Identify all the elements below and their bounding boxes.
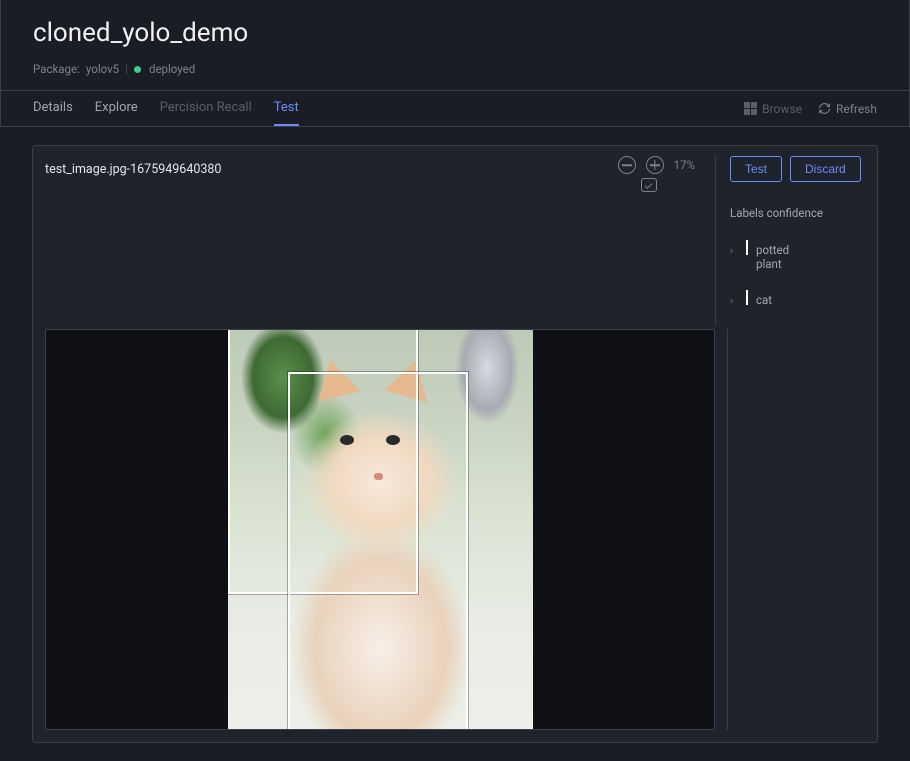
package-line: Package: yolov5 | deployed	[33, 62, 877, 76]
confidence-bar-icon	[746, 290, 748, 305]
package-name: yolov5	[86, 62, 119, 76]
label-item-potted-plant: › potted plant	[730, 240, 865, 272]
test-panel: test_image.jpg-1675949640380 17% Test Di…	[32, 145, 878, 743]
zoom-in-button[interactable]	[646, 156, 664, 174]
package-label: Package:	[33, 62, 80, 76]
browse-label: Browse	[762, 102, 802, 116]
label-name: potted plant	[756, 240, 816, 272]
grid-icon	[744, 102, 757, 115]
refresh-label: Refresh	[836, 102, 877, 116]
zoom-percentage: 17%	[674, 158, 695, 172]
browse-button[interactable]: Browse	[744, 102, 802, 116]
tab-test[interactable]: Test	[274, 91, 299, 126]
label-name: cat	[756, 290, 772, 308]
separator: |	[125, 62, 128, 76]
tab-details[interactable]: Details	[33, 91, 73, 126]
image-stage	[228, 329, 533, 730]
label-item-cat: › cat	[730, 290, 865, 308]
page-title: cloned_yolo_demo	[33, 18, 877, 48]
test-button[interactable]: Test	[730, 156, 782, 182]
tab-bar: Details Explore Percision Recall Test Br…	[0, 91, 910, 127]
fit-to-screen-button[interactable]	[641, 178, 657, 192]
chevron-right-icon[interactable]: ›	[730, 240, 738, 257]
bounding-box-cat[interactable]	[288, 372, 468, 730]
zoom-out-button[interactable]	[618, 156, 636, 174]
tab-precision-recall[interactable]: Percision Recall	[160, 91, 252, 126]
labels-heading: Labels confidence	[730, 206, 865, 220]
status-dot-icon	[134, 66, 141, 73]
status-text: deployed	[149, 62, 195, 76]
image-viewer[interactable]	[45, 329, 715, 730]
tab-explore[interactable]: Explore	[95, 91, 138, 126]
refresh-button[interactable]: Refresh	[818, 102, 877, 116]
refresh-icon	[818, 102, 831, 115]
header: cloned_yolo_demo Package: yolov5 | deplo…	[0, 0, 910, 91]
discard-button[interactable]: Discard	[790, 156, 861, 182]
chevron-right-icon[interactable]: ›	[730, 290, 738, 307]
image-filename: test_image.jpg-1675949640380	[45, 156, 221, 177]
confidence-bar-icon	[746, 240, 748, 255]
